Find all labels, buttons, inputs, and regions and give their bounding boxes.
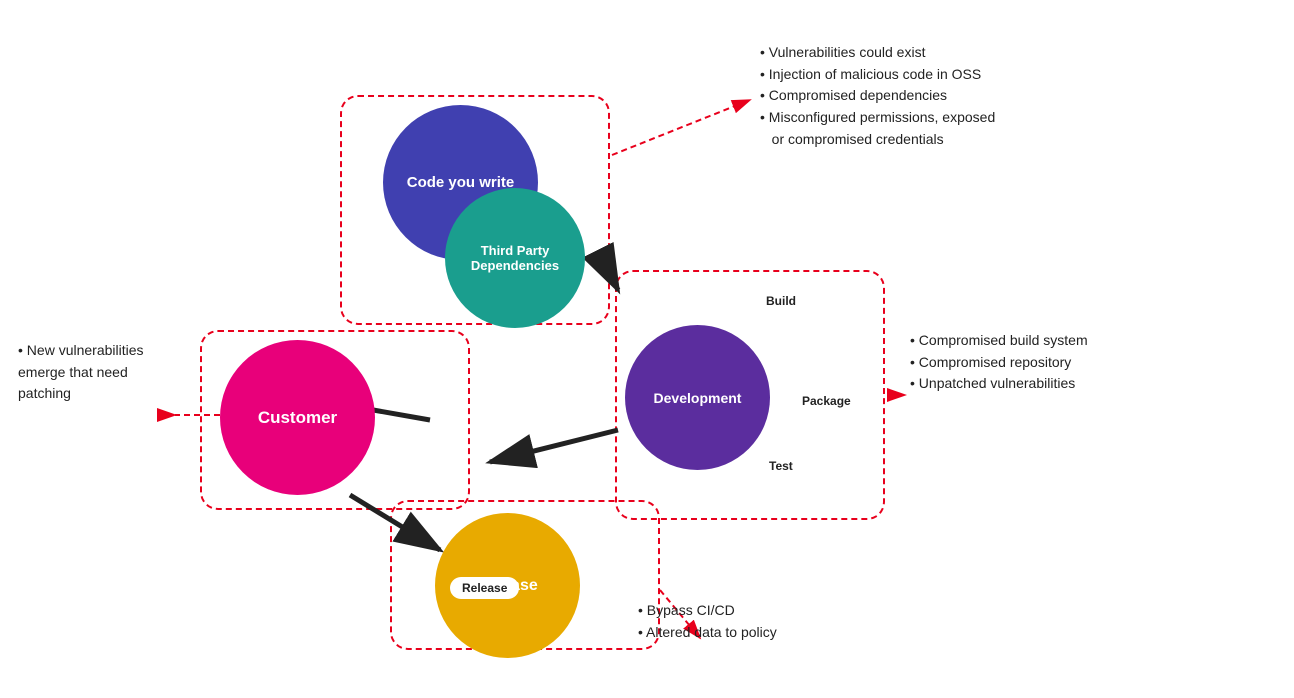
circle-development-label: Development [654, 390, 742, 406]
new-vuln-item: New vulnerabilitiesemerge that needpatch… [18, 340, 218, 405]
text-top-right: Vulnerabilities could exist Injection of… [760, 42, 1200, 150]
circle-customer-label: Customer [258, 408, 337, 428]
circle-development: Development [625, 325, 770, 470]
new-vuln-list: New vulnerabilitiesemerge that needpatch… [18, 340, 218, 405]
vuln-item-4: Misconfigured permissions, exposed or co… [760, 107, 1200, 150]
vuln-item-1: Vulnerabilities could exist [760, 42, 1200, 64]
compromised-list: Compromised build system Compromised rep… [910, 330, 1260, 395]
label-test: Test [757, 455, 805, 477]
text-bottom-center: Bypass CI/CD Altered data to policy [638, 600, 958, 643]
vulnerabilities-list: Vulnerabilities could exist Injection of… [760, 42, 1200, 150]
compromised-item-3: Unpatched vulnerabilities [910, 373, 1260, 395]
diagram-container: Code you write Third Party Dependencies … [0, 0, 1294, 698]
label-build: Build [754, 290, 808, 312]
circle-third-party: Third Party Dependencies [445, 188, 585, 328]
compromised-item-2: Compromised repository [910, 352, 1260, 374]
circle-code-label: Code you write [407, 174, 515, 191]
circle-third-party-label: Third Party Dependencies [471, 243, 559, 273]
release-inner-text: Release [462, 581, 507, 595]
vuln-item-3: Compromised dependencies [760, 85, 1200, 107]
bypass-list: Bypass CI/CD Altered data to policy [638, 600, 958, 643]
text-right-middle: Compromised build system Compromised rep… [910, 330, 1260, 395]
compromised-item-1: Compromised build system [910, 330, 1260, 352]
vuln-item-2: Injection of malicious code in OSS [760, 64, 1200, 86]
bypass-item-2: Altered data to policy [638, 622, 958, 644]
text-middle-left: New vulnerabilitiesemerge that needpatch… [18, 340, 218, 405]
label-package: Package [790, 390, 863, 412]
circle-customer: Customer [220, 340, 375, 495]
label-release-inner: Release [450, 577, 519, 599]
bypass-item-1: Bypass CI/CD [638, 600, 958, 622]
